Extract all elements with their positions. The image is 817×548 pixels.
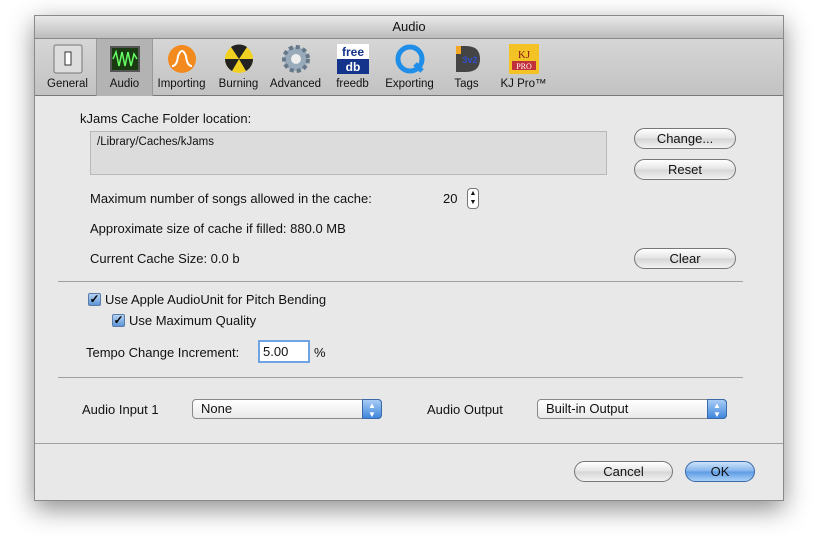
reset-button[interactable]: Reset xyxy=(634,159,736,180)
tab-general[interactable]: General xyxy=(39,39,96,96)
gear-icon xyxy=(280,43,312,75)
cache-folder-path: /Library/Caches/kJams xyxy=(90,131,607,175)
select-arrows-icon: ▲ ▼ xyxy=(362,399,382,419)
clear-button[interactable]: Clear xyxy=(634,248,736,269)
max-songs-label: Maximum number of songs allowed in the c… xyxy=(90,191,372,206)
cancel-button[interactable]: Cancel xyxy=(574,461,673,482)
max-quality-label: Use Maximum Quality xyxy=(129,313,257,328)
tab-label: Burning xyxy=(218,78,259,90)
audio-output-value: Built-in Output xyxy=(546,401,629,416)
tab-audio[interactable]: Audio xyxy=(96,39,153,96)
tab-label: Importing xyxy=(157,78,206,90)
radiation-icon xyxy=(223,43,255,75)
ok-button[interactable]: OK xyxy=(685,461,755,482)
tab-label: Exporting xyxy=(385,78,434,90)
tab-kj-pro[interactable]: KJ PRO KJ Pro™ xyxy=(495,39,552,96)
tempo-unit: % xyxy=(314,345,326,360)
tempo-label: Tempo Change Increment: xyxy=(86,345,240,360)
divider xyxy=(58,281,743,282)
svg-text:PRO: PRO xyxy=(516,62,532,71)
max-songs-stepper[interactable]: ▲ ▼ xyxy=(467,188,479,209)
switch-icon xyxy=(52,43,84,75)
svg-text:3v2: 3v2 xyxy=(462,55,477,65)
tab-label: Audio xyxy=(109,78,140,90)
audio-output-label: Audio Output xyxy=(427,402,503,417)
svg-text:db: db xyxy=(345,60,360,74)
tab-importing[interactable]: Importing xyxy=(153,39,210,96)
kj-pro-logo-icon: KJ PRO xyxy=(508,43,540,75)
tab-advanced[interactable]: Advanced xyxy=(267,39,324,96)
divider xyxy=(35,443,783,444)
window-title: Audio xyxy=(35,16,783,39)
tab-freedb[interactable]: free db freedb xyxy=(324,39,381,96)
tab-label: freedb xyxy=(336,78,369,90)
use-audiounit-checkbox[interactable]: ✓ xyxy=(88,293,101,306)
tab-label: Tags xyxy=(454,78,479,90)
toolbar: General Audio Importing Burning Advanced… xyxy=(35,39,783,96)
tab-label: Advanced xyxy=(269,78,322,90)
oscilloscope-icon xyxy=(109,43,141,75)
audio-output-select[interactable]: Built-in Output ▲ ▼ xyxy=(537,399,727,419)
tab-label: General xyxy=(47,78,88,90)
audio-input-value: None xyxy=(201,401,233,416)
change-button[interactable]: Change... xyxy=(634,128,736,149)
quicktime-icon xyxy=(394,43,426,75)
freedb-logo-icon: free db xyxy=(336,43,369,75)
tab-tags[interactable]: 3v2 Tags xyxy=(438,39,495,96)
audio-input-select[interactable]: None ▲ ▼ xyxy=(192,399,382,419)
svg-text:free: free xyxy=(341,45,363,59)
tab-label: KJ Pro™ xyxy=(500,78,547,90)
approx-size-text: Approximate size of cache if filled: 880… xyxy=(90,221,346,236)
max-quality-checkbox[interactable]: ✓ xyxy=(112,314,125,327)
divider xyxy=(58,377,743,378)
current-size-text: Current Cache Size: 0.0 b xyxy=(90,251,240,266)
waveform-orange-icon xyxy=(166,43,198,75)
id3v2-icon: 3v2 xyxy=(451,43,483,75)
cache-folder-label: kJams Cache Folder location: xyxy=(80,111,252,126)
tab-burning[interactable]: Burning xyxy=(210,39,267,96)
select-arrows-icon: ▲ ▼ xyxy=(707,399,727,419)
tab-exporting[interactable]: Exporting xyxy=(381,39,438,96)
tempo-input[interactable]: 5.00 xyxy=(258,340,310,363)
svg-text:KJ: KJ xyxy=(517,49,530,61)
preferences-window: Audio General Audio Importing Burning Ad… xyxy=(34,15,784,501)
use-audiounit-label: Use Apple AudioUnit for Pitch Bending xyxy=(105,292,327,307)
audio-input-label: Audio Input 1 xyxy=(82,402,159,417)
max-songs-value[interactable]: 20 xyxy=(443,191,457,206)
